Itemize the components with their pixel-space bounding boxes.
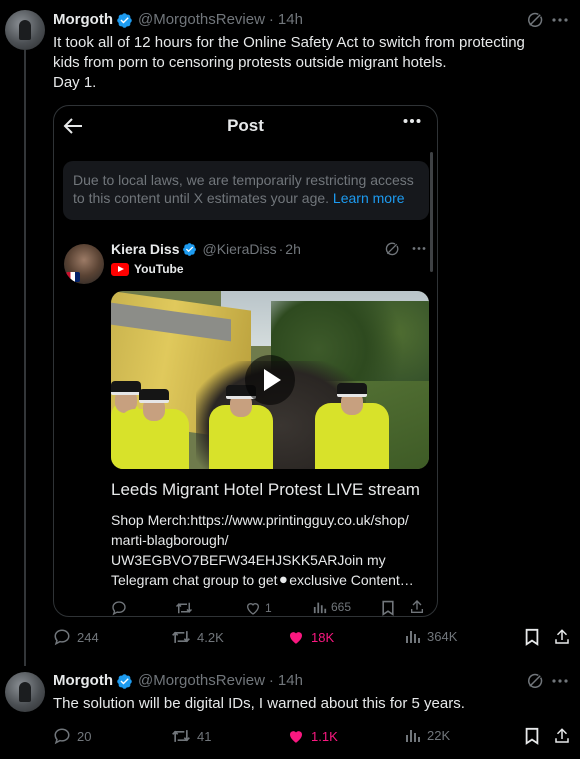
like-count: 1.1K xyxy=(311,728,338,744)
description-line: Shop Merch:https://www.printingguy.co.uk… xyxy=(111,512,409,528)
video-scene-officer xyxy=(209,385,273,469)
post-text: The solution will be digital IDs, I warn… xyxy=(53,695,465,712)
post-time[interactable]: 14h xyxy=(278,10,303,30)
bookmark-icon[interactable] xyxy=(524,727,540,745)
view-count: 665 xyxy=(331,600,352,614)
repost-icon xyxy=(172,730,190,742)
more-icon[interactable] xyxy=(552,678,568,684)
grok-icon[interactable] xyxy=(526,672,544,690)
share-icon[interactable] xyxy=(553,727,571,745)
verified-badge-icon xyxy=(116,12,133,29)
grok-icon[interactable] xyxy=(384,241,400,257)
post-time[interactable]: 14h xyxy=(278,671,303,691)
video-scene-officer xyxy=(315,383,389,469)
grok-icon[interactable] xyxy=(526,11,544,29)
post-header: Morgoth @MorgothsReview · 14h xyxy=(53,10,303,30)
inner-post-header: Kiera Diss @KieraDiss · 2h xyxy=(111,239,301,259)
like-count: 1 xyxy=(265,601,272,615)
avatar[interactable] xyxy=(5,672,45,712)
like-button[interactable]: 1 xyxy=(245,600,272,616)
video-thumbnail[interactable] xyxy=(111,291,429,469)
embedded-post-card[interactable]: Post Due to local laws, we are temporari… xyxy=(53,105,438,617)
post-text-line: kids from porn to censoring protests out… xyxy=(53,54,447,71)
like-icon xyxy=(246,603,260,615)
description-line: marti-blagborough/ xyxy=(111,532,229,548)
post-text-line: It took all of 12 hours for the Online S… xyxy=(53,34,525,51)
bookmark-icon[interactable] xyxy=(381,600,395,616)
author-handle[interactable]: @MorgothsReview xyxy=(138,671,265,691)
author-handle[interactable]: @KieraDiss xyxy=(202,239,276,259)
reply-icon[interactable] xyxy=(111,600,127,616)
views-button[interactable]: 364K xyxy=(405,628,457,644)
view-count: 22K xyxy=(427,727,451,743)
more-icon[interactable] xyxy=(552,17,568,23)
repost-count: 4.2K xyxy=(197,629,224,645)
scrollbar xyxy=(430,152,433,272)
like-icon xyxy=(290,632,302,644)
more-icon[interactable] xyxy=(412,246,426,251)
views-icon xyxy=(406,631,420,643)
post-text-line: Day 1. xyxy=(53,74,97,91)
separator-dot: · xyxy=(268,11,274,28)
share-icon[interactable] xyxy=(553,628,571,646)
card-top-bar: Post xyxy=(54,106,437,146)
age-restriction-notice: Due to local laws, we are temporarily re… xyxy=(63,161,429,220)
learn-more-link[interactable]: Learn more xyxy=(333,190,405,206)
share-icon[interactable] xyxy=(409,599,425,615)
more-icon[interactable] xyxy=(403,118,421,124)
repost-button[interactable]: 41 xyxy=(171,727,211,745)
reply-button[interactable]: 244 xyxy=(53,628,99,646)
repost-icon xyxy=(172,631,190,643)
separator-dot: · xyxy=(268,672,274,689)
link-source: YouTube xyxy=(111,262,184,276)
link-description: Shop Merch:https://www.printingguy.co.uk… xyxy=(111,510,429,590)
video-scene-officer xyxy=(119,389,189,469)
like-button[interactable]: 1.1K xyxy=(287,727,338,745)
reply-icon xyxy=(54,629,70,646)
avatar[interactable] xyxy=(5,10,45,50)
bookmark-icon[interactable] xyxy=(524,628,540,646)
description-line: Telegram chat group to get⚫︎exclusive Co… xyxy=(111,572,414,588)
author-name[interactable]: Morgoth xyxy=(53,10,113,30)
reply-button[interactable]: 20 xyxy=(53,727,91,745)
avatar[interactable] xyxy=(64,244,104,284)
post-time[interactable]: 2h xyxy=(285,239,301,259)
youtube-icon xyxy=(111,262,129,276)
view-count: 364K xyxy=(427,628,458,644)
author-name[interactable]: Kiera Diss xyxy=(111,239,179,259)
views-icon xyxy=(406,730,420,742)
action-bar: 244 4.2K 18K 364K xyxy=(53,628,571,648)
repost-icon[interactable] xyxy=(175,600,193,616)
views-button[interactable]: 665 xyxy=(313,600,351,614)
repost-button[interactable]: 4.2K xyxy=(171,628,224,646)
repost-count: 41 xyxy=(197,728,212,744)
verified-badge-icon xyxy=(182,242,197,257)
thread-connector-line xyxy=(24,50,26,666)
post-header: Morgoth @MorgothsReview · 14h xyxy=(53,671,303,691)
like-button[interactable]: 18K xyxy=(287,628,334,646)
source-label: YouTube xyxy=(134,262,184,276)
description-line: UW3EGBVO7BEFW34EHJSKK5ARJoin my xyxy=(111,552,386,568)
verified-badge-icon xyxy=(116,673,133,690)
views-icon xyxy=(313,602,327,614)
reply-count: 244 xyxy=(77,629,99,645)
views-button[interactable]: 22K xyxy=(405,727,450,743)
separator-dot: · xyxy=(278,241,284,257)
action-bar: 20 41 1.1K 22K xyxy=(53,727,571,747)
link-headline[interactable]: Leeds Migrant Hotel Protest LIVE stream xyxy=(111,479,420,501)
post-text: It took all of 12 hours for the Online S… xyxy=(53,33,558,93)
like-count: 18K xyxy=(311,629,335,645)
inner-action-bar: 1 665 xyxy=(111,598,429,616)
author-name[interactable]: Morgoth xyxy=(53,671,113,691)
reply-count: 20 xyxy=(77,728,92,744)
card-title: Post xyxy=(227,116,264,135)
author-handle[interactable]: @MorgothsReview xyxy=(138,10,265,30)
play-icon[interactable] xyxy=(245,355,295,405)
reply-icon xyxy=(54,728,70,745)
like-icon xyxy=(290,731,302,743)
